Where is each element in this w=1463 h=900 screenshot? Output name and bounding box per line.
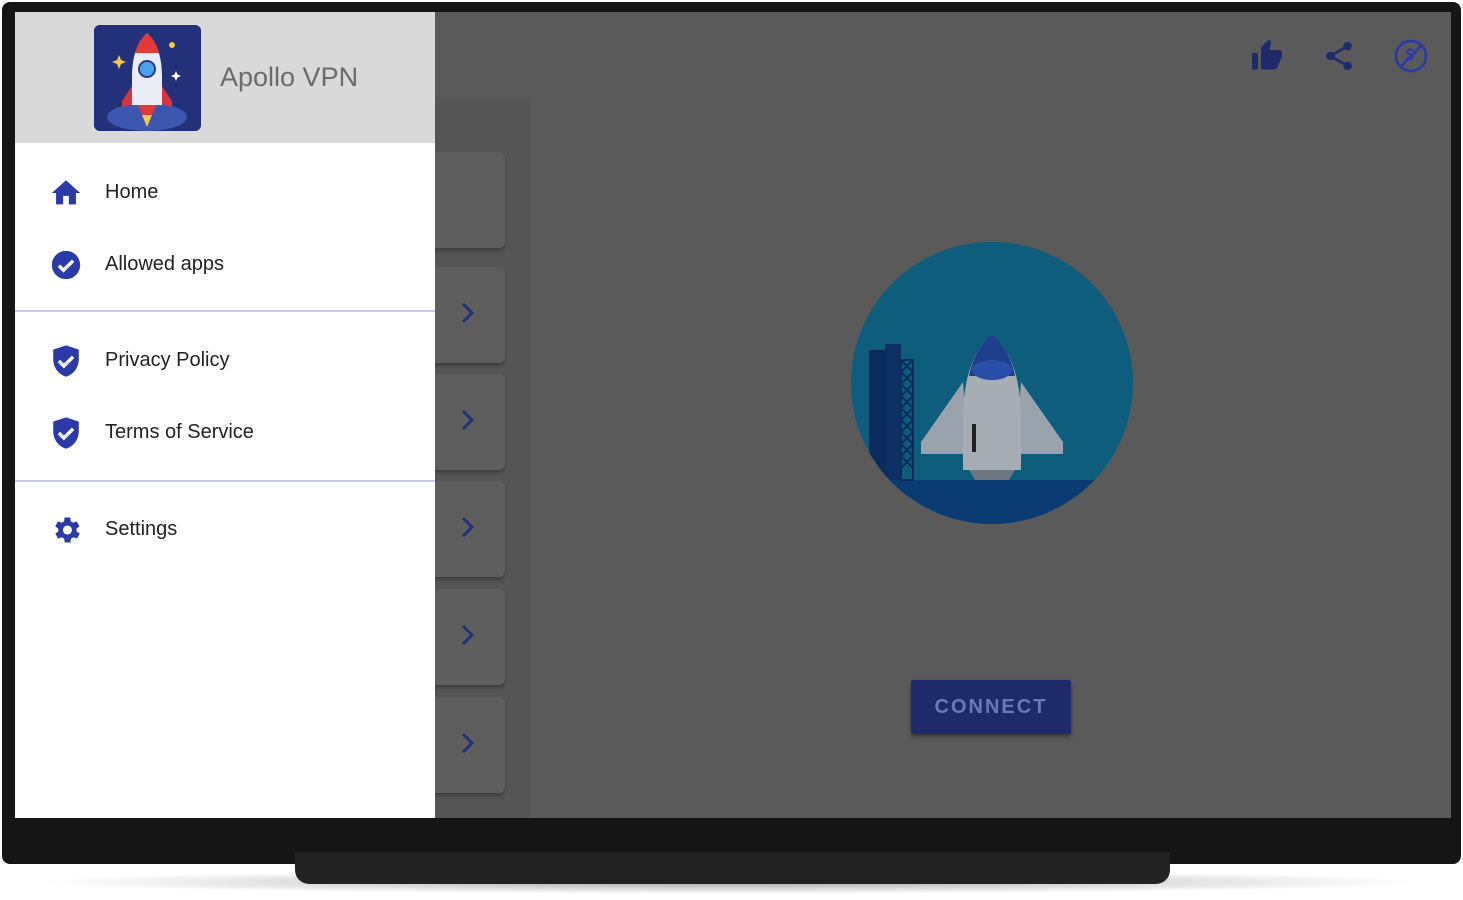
chevron-right-icon	[461, 302, 475, 324]
drawer-header: Apollo VPN	[15, 12, 435, 143]
chevron-right-icon	[461, 516, 475, 538]
navigation-drawer: Apollo VPN Home Allowed apps Privacy Pol…	[15, 12, 435, 818]
chevron-right-icon	[461, 409, 475, 431]
menu-item-home[interactable]: Home	[15, 162, 435, 222]
menu-item-allowed-apps[interactable]: Allowed apps	[15, 234, 435, 294]
rocket-logo-icon	[94, 25, 201, 131]
toolbar-actions	[1249, 38, 1429, 74]
no-ads-icon[interactable]	[1393, 38, 1429, 74]
thumbs-up-icon[interactable]	[1249, 38, 1285, 74]
menu-item-label: Privacy Policy	[105, 349, 230, 371]
menu-divider	[15, 310, 435, 312]
menu-item-label: Terms of Service	[105, 421, 254, 443]
menu-item-label: Settings	[105, 518, 178, 540]
menu-divider	[15, 480, 435, 482]
connect-button[interactable]: CONNECT	[911, 680, 1071, 734]
gear-icon	[55, 517, 80, 543]
app-name: Apollo VPN	[220, 62, 359, 92]
tv-stand	[295, 852, 1170, 884]
share-icon[interactable]	[1321, 38, 1357, 74]
shield-check-icon	[53, 345, 79, 377]
check-circle-icon	[51, 250, 81, 280]
shield-check-icon	[53, 417, 79, 449]
chevron-right-icon	[461, 624, 475, 646]
home-icon	[51, 180, 81, 205]
chevron-right-icon	[461, 732, 475, 754]
menu-item-privacy-policy[interactable]: Privacy Policy	[15, 330, 435, 390]
connection-status-illustration	[851, 242, 1133, 524]
menu-item-label: Home	[105, 181, 159, 203]
menu-item-terms-of-service[interactable]: Terms of Service	[15, 402, 435, 462]
menu-item-settings[interactable]: Settings	[15, 499, 435, 559]
menu-item-label: Allowed apps	[105, 253, 224, 275]
app-screen: CONNECT Apollo VPN Home Allowed apps Pri…	[15, 12, 1451, 818]
